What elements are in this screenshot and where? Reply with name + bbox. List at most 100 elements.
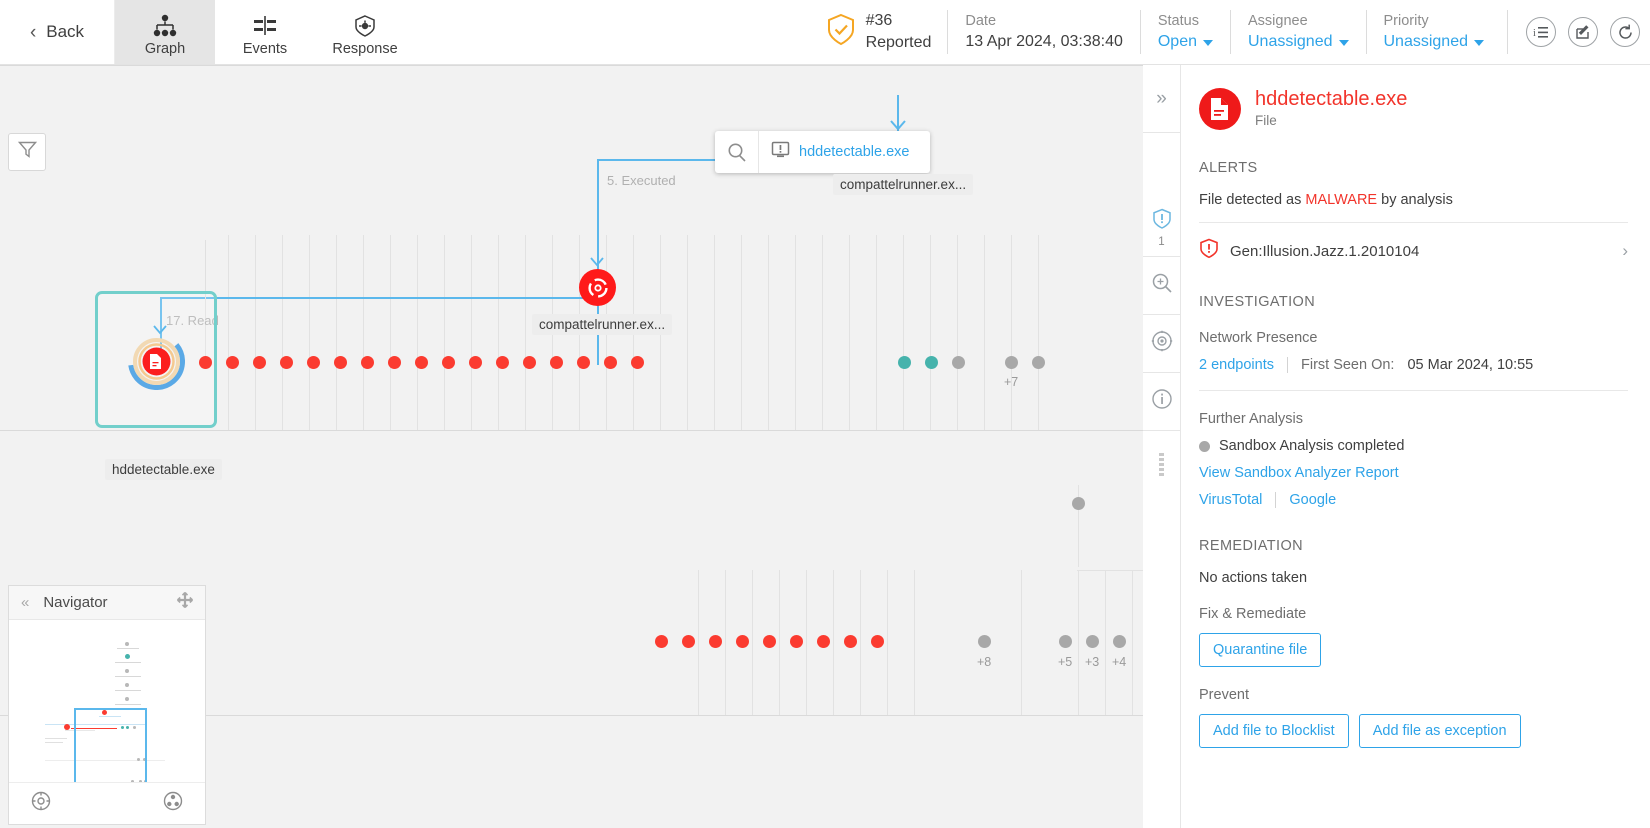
double-chevron-right-icon[interactable]: » [1143, 65, 1180, 133]
minimap-viewport[interactable] [74, 708, 147, 782]
move-icon[interactable] [176, 591, 194, 613]
neutral-dot[interactable] [1113, 635, 1126, 648]
double-chevron-left-icon[interactable]: « [21, 594, 29, 611]
event-dot[interactable] [604, 356, 617, 369]
neutral-dot[interactable] [1059, 635, 1072, 648]
network-dot[interactable] [925, 356, 938, 369]
cluster-count-7[interactable]: +7 [1004, 375, 1018, 389]
back-button[interactable]: ‹ Back [0, 0, 115, 64]
neutral-dot[interactable] [952, 356, 965, 369]
incident-assignee[interactable]: Assignee Unassigned [1230, 10, 1366, 54]
neutral-dot[interactable] [1032, 356, 1045, 369]
event-dot[interactable] [388, 356, 401, 369]
first-seen-label: First Seen On: [1300, 357, 1395, 373]
tooltip-endpoint-name[interactable]: hddetectable.exe [799, 144, 909, 160]
endpoints-link[interactable]: 2 endpoints [1199, 357, 1274, 373]
neutral-dot[interactable] [1072, 497, 1085, 510]
rail-item-alerts[interactable]: 1 [1143, 199, 1180, 257]
assignee-dropdown[interactable]: Unassigned [1248, 31, 1349, 53]
event-dot[interactable] [496, 356, 509, 369]
event-dot[interactable] [334, 356, 347, 369]
sandbox-report-link[interactable]: View Sandbox Analyzer Report [1199, 465, 1399, 481]
prevent-buttons: Add file to Blocklist Add file as except… [1199, 714, 1628, 748]
event-dot[interactable] [361, 356, 374, 369]
event-dot[interactable] [817, 635, 830, 648]
center-graph-icon[interactable] [163, 791, 183, 816]
status-value: Open [1157, 33, 1197, 50]
alert-item[interactable]: Gen:Illusion.Jazz.1.2010104 › [1199, 222, 1628, 264]
rail-item-target[interactable] [1143, 315, 1180, 373]
shield-alert-icon [1199, 238, 1219, 264]
event-dot[interactable] [469, 356, 482, 369]
alerts-icon [1152, 208, 1172, 235]
neutral-dot[interactable] [978, 635, 991, 648]
status-label: Status [1157, 13, 1199, 29]
event-dot[interactable] [631, 356, 644, 369]
event-dot[interactable] [415, 356, 428, 369]
event-dot[interactable] [871, 635, 884, 648]
node-tooltip-card[interactable]: hddetectable.exe [715, 131, 930, 173]
virustotal-link[interactable]: VirusTotal [1199, 492, 1262, 508]
cluster-count-3[interactable]: +3 [1085, 655, 1099, 669]
navigator-minimap[interactable] [9, 620, 205, 782]
status-dropdown[interactable]: Open [1158, 31, 1213, 53]
priority-dropdown[interactable]: Unassigned [1384, 31, 1484, 53]
rail-item-info[interactable] [1143, 373, 1180, 431]
event-dot[interactable] [199, 356, 212, 369]
rail-alerts-count: 1 [1158, 235, 1165, 248]
event-dot[interactable] [655, 635, 668, 648]
tab-events[interactable]: Events [215, 0, 315, 64]
fit-to-screen-icon[interactable] [31, 791, 51, 816]
event-dot[interactable] [763, 635, 776, 648]
node-compattelrunner[interactable] [579, 269, 616, 306]
rail-item-investigate[interactable] [1143, 257, 1180, 315]
tab-graph[interactable]: Graph [115, 0, 215, 64]
event-dot[interactable] [442, 356, 455, 369]
magnifier-icon[interactable] [715, 131, 759, 173]
panel-resize-grip[interactable] [1159, 453, 1164, 476]
cluster-count-5[interactable]: +5 [1058, 655, 1072, 669]
further-analysis-label: Further Analysis [1199, 411, 1303, 427]
neutral-dot[interactable] [1005, 356, 1018, 369]
google-link[interactable]: Google [1289, 492, 1336, 508]
date-value: 13 Apr 2024, 03:38:40 [965, 33, 1123, 50]
event-dot[interactable] [226, 356, 239, 369]
alert-item-name: Gen:Illusion.Jazz.1.2010104 [1230, 242, 1420, 260]
details-list-icon[interactable]: i [1526, 17, 1556, 47]
event-dot[interactable] [709, 635, 722, 648]
incident-status[interactable]: Status Open [1139, 10, 1230, 54]
event-dot[interactable] [736, 635, 749, 648]
add-file-to-blocklist-button[interactable]: Add file to Blocklist [1199, 714, 1349, 748]
event-dot[interactable] [307, 356, 320, 369]
cluster-count-4[interactable]: +4 [1112, 655, 1126, 669]
edit-note-icon[interactable] [1568, 17, 1598, 47]
cluster-count-8[interactable]: +8 [977, 655, 991, 669]
event-dot[interactable] [523, 356, 536, 369]
navigator-panel[interactable]: « Navigator [8, 585, 206, 825]
incident-graph-page: ‹ Back Graph Events Response #36 Reporte… [0, 0, 1650, 828]
graph-canvas[interactable]: 5. Executed 17. Read hddetectable.exe co… [0, 65, 1143, 828]
event-dot[interactable] [844, 635, 857, 648]
incident-priority[interactable]: Priority Unassigned [1365, 10, 1502, 54]
neutral-dot[interactable] [1086, 635, 1099, 648]
event-dot[interactable] [682, 635, 695, 648]
event-dot[interactable] [280, 356, 293, 369]
hierarchy-icon [150, 12, 180, 38]
node-hddetectable-exe[interactable] [128, 333, 185, 390]
chevron-down-icon [1474, 40, 1484, 46]
filter-button[interactable] [8, 133, 46, 171]
quarantine-file-button[interactable]: Quarantine file [1199, 633, 1322, 667]
network-dot[interactable] [898, 356, 911, 369]
node-label-compattelrunner-top: compattelrunner.ex... [833, 174, 974, 195]
add-file-as-exception-button[interactable]: Add file as exception [1358, 714, 1521, 748]
event-dot[interactable] [790, 635, 803, 648]
event-dot[interactable] [253, 356, 266, 369]
alert-summary: File detected as MALWARE by analysis [1199, 192, 1628, 208]
event-dot[interactable] [550, 356, 563, 369]
external-links-row: VirusTotal Google [1199, 492, 1628, 508]
tab-response[interactable]: Response [315, 0, 415, 64]
chevron-right-icon[interactable]: › [1622, 241, 1628, 261]
event-dot[interactable] [577, 356, 590, 369]
tab-response-label: Response [332, 40, 398, 57]
refresh-icon[interactable] [1610, 17, 1640, 47]
